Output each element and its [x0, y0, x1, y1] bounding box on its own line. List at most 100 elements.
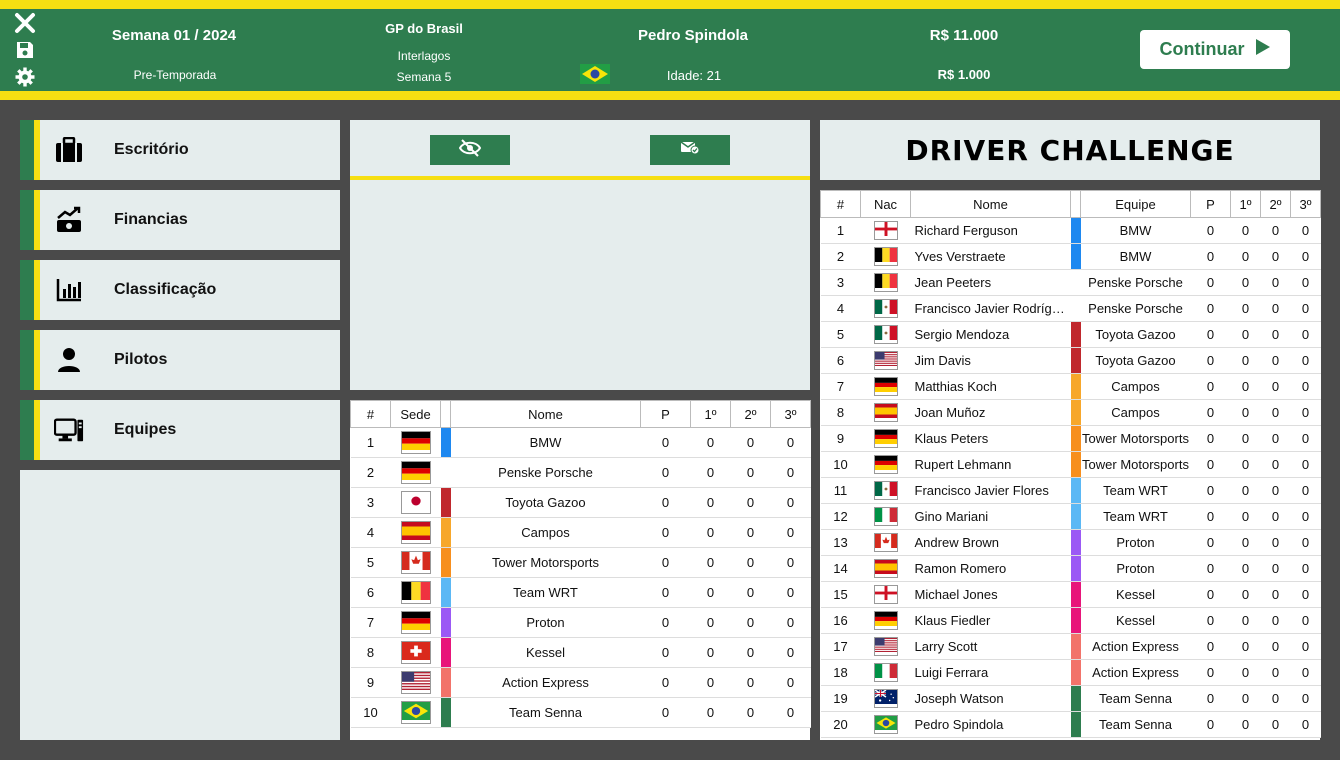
sidebar-item-pilotos[interactable]: Pilotos	[20, 330, 340, 390]
team-name: Kessel	[450, 637, 641, 668]
driver-team: Campos	[1080, 373, 1191, 400]
driver-row[interactable]: 12 Gino Mariani Team WRT 0 0 0 0	[820, 503, 1321, 530]
team-thirds: 0	[770, 637, 811, 668]
column-header[interactable]: 3º	[770, 400, 811, 428]
column-header[interactable]: P	[640, 400, 691, 428]
column-header[interactable]: 2º	[730, 400, 771, 428]
column-header[interactable]: #	[350, 400, 391, 428]
team-row[interactable]: 2 Penske Porsche 0 0 0 0	[350, 457, 811, 488]
driver-row[interactable]: 19 Joseph Watson Team Senna 0 0 0 0	[820, 685, 1321, 712]
column-header[interactable]: 1º	[690, 400, 731, 428]
driver-row[interactable]: 13 Andrew Brown Proton 0 0 0 0	[820, 529, 1321, 556]
driver-row[interactable]: 9 Klaus Peters Tower Motorsports 0 0 0 0	[820, 425, 1321, 452]
driver-nationality	[860, 373, 911, 400]
team-row[interactable]: 6 Team WRT 0 0 0 0	[350, 577, 811, 608]
driver-row[interactable]: 5 Sergio Mendoza Toyota Gazoo 0 0 0 0	[820, 321, 1321, 348]
driver-row[interactable]: 4 Francisco Javier Rodríguez Penske Porsch…	[820, 295, 1321, 322]
column-header[interactable]: P	[1190, 190, 1231, 218]
driver-points: 0	[1190, 581, 1231, 608]
team-pos: 2	[350, 457, 391, 488]
team-row[interactable]: 8 Kessel 0 0 0 0	[350, 637, 811, 668]
team-wins: 0	[690, 577, 731, 608]
driver-row[interactable]: 6 Jim Davis Toyota Gazoo 0 0 0 0	[820, 347, 1321, 374]
driver-wins: 0	[1230, 477, 1261, 504]
column-header[interactable]: 1º	[1230, 190, 1261, 218]
driver-thirds: 0	[1290, 321, 1321, 348]
driver-row[interactable]: 14 Ramon Romero Proton 0 0 0 0	[820, 555, 1321, 582]
team-name: Team Senna	[450, 697, 641, 728]
team-color-bar	[1070, 243, 1081, 270]
sidebar-item-classificacao[interactable]: Classificação	[20, 260, 340, 320]
driver-pos: 4	[820, 295, 861, 322]
mail-button[interactable]	[650, 135, 730, 165]
sidebar-item-financias[interactable]: Financias	[20, 190, 340, 250]
team-row[interactable]: 3 Toyota Gazoo 0 0 0 0	[350, 487, 811, 518]
driver-row[interactable]: 15 Michael Jones Kessel 0 0 0 0	[820, 581, 1321, 608]
team-flag	[390, 637, 441, 668]
column-header[interactable]: Nome	[910, 190, 1071, 218]
driver-team: Proton	[1080, 529, 1191, 556]
driver-row[interactable]: 1 Richard Ferguson BMW 0 0 0 0	[820, 217, 1321, 244]
continue-button[interactable]: Continuar	[1140, 30, 1290, 69]
save-icon[interactable]	[14, 39, 36, 61]
team-color-bar	[440, 427, 451, 458]
driver-pos: 5	[820, 321, 861, 348]
driver-nationality	[860, 217, 911, 244]
driver-row[interactable]: 10 Rupert Lehmann Tower Motorsports 0 0 0 0	[820, 451, 1321, 478]
driver-row[interactable]: 18 Luigi Ferrara Action Express 0 0 0 0	[820, 659, 1321, 686]
driver-name: Rupert Lehmann	[910, 451, 1071, 478]
driver-name: Joseph Watson	[910, 685, 1071, 712]
driver-row[interactable]: 11 Francisco Javier Flores Team WRT 0 0 0 0	[820, 477, 1321, 504]
team-color-bar	[440, 667, 451, 698]
team-row[interactable]: 9 Action Express 0 0 0 0	[350, 667, 811, 698]
team-seconds: 0	[730, 517, 771, 548]
eye-off-icon	[458, 138, 482, 162]
driver-thirds: 0	[1290, 529, 1321, 556]
phase-label: Pre-Temporada	[133, 68, 217, 82]
close-icon[interactable]	[14, 12, 36, 34]
sidebar-item-equipes[interactable]: Equipes	[20, 400, 340, 460]
driver-row[interactable]: 17 Larry Scott Action Express 0 0 0 0	[820, 633, 1321, 660]
hide-button[interactable]	[430, 135, 510, 165]
driver-row[interactable]: 3 Jean Peeters Penske Porsche 0 0 0 0	[820, 269, 1321, 296]
flag-us-icon	[873, 351, 898, 370]
driver-wins: 0	[1230, 685, 1261, 712]
team-row[interactable]: 7 Proton 0 0 0 0	[350, 607, 811, 638]
sidebar-item-escritorio[interactable]: Escritório	[20, 120, 340, 180]
column-header[interactable]: Equipe	[1080, 190, 1191, 218]
driver-points: 0	[1190, 295, 1231, 322]
driver-team: Team WRT	[1080, 503, 1191, 530]
column-header[interactable]: Nome	[450, 400, 641, 428]
flag-br-icon	[873, 715, 898, 734]
driver-wins: 0	[1230, 659, 1261, 686]
driver-points: 0	[1190, 321, 1231, 348]
gear-icon[interactable]	[14, 66, 36, 88]
flag-ch-icon	[400, 641, 431, 664]
team-row[interactable]: 4 Campos 0 0 0 0	[350, 517, 811, 548]
flag-be-icon	[873, 247, 898, 266]
driver-row[interactable]: 7 Matthias Koch Campos 0 0 0 0	[820, 373, 1321, 400]
driver-standings: # Nac Nome Equipe P 1º 2º 3º 1 Richard Fe…	[820, 190, 1321, 740]
driver-row[interactable]: 16 Klaus Fiedler Kessel 0 0 0 0	[820, 607, 1321, 634]
column-header[interactable]: Sede	[390, 400, 441, 428]
driver-row[interactable]: 2 Yves Verstraete BMW 0 0 0 0	[820, 243, 1321, 270]
driver-team: Kessel	[1080, 581, 1191, 608]
column-header[interactable]: #	[820, 190, 861, 218]
driver-nationality	[860, 503, 911, 530]
team-row[interactable]: 10 Team Senna 0 0 0 0	[350, 697, 811, 728]
team-thirds: 0	[770, 607, 811, 638]
driver-row[interactable]: 8 Joan Muñoz Campos 0 0 0 0	[820, 399, 1321, 426]
flag-ca-icon	[873, 533, 898, 552]
column-header[interactable]: 2º	[1260, 190, 1291, 218]
column-header[interactable]: 3º	[1290, 190, 1321, 218]
team-standings: # Sede Nome P 1º 2º 3º 1 BMW 0 0 0 0 2 Penske P…	[350, 400, 811, 740]
driver-points: 0	[1190, 711, 1231, 738]
team-flag	[390, 697, 441, 728]
team-row[interactable]: 5 Tower Motorsports 0 0 0 0	[350, 547, 811, 578]
team-row[interactable]: 1 BMW 0 0 0 0	[350, 427, 811, 458]
driver-row[interactable]: 20 Pedro Spindola Team Senna 0 0 0 0	[820, 711, 1321, 738]
salary-amount: R$ 1.000	[937, 67, 991, 82]
driver-wins: 0	[1230, 425, 1261, 452]
column-header[interactable]: Nac	[860, 190, 911, 218]
team-pos: 1	[350, 427, 391, 458]
